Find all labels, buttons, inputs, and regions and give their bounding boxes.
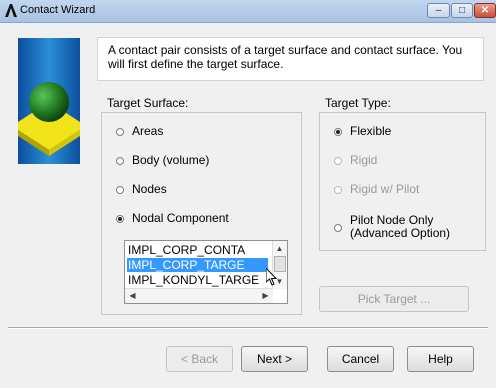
- radio-flexible-indicator[interactable]: [334, 128, 342, 136]
- next-button[interactable]: Next >: [241, 346, 308, 372]
- window-title: Contact Wizard: [20, 4, 96, 16]
- radio-pilot-node-only-label: Pilot Node Only (Advanced Option): [350, 213, 451, 240]
- scroll-left-icon[interactable]: ◀: [126, 289, 139, 302]
- title-bar: Contact Wizard – □ ✕: [0, 0, 496, 23]
- component-listbox[interactable]: IMPL_CORP_CONTA IMPL_CORP_TARGE IMPL_KON…: [124, 240, 288, 304]
- minimize-button[interactable]: –: [427, 3, 450, 18]
- radio-nodes-label: Nodes: [132, 182, 167, 196]
- cancel-button[interactable]: Cancel: [327, 346, 394, 372]
- horizontal-scrollbar[interactable]: ◀ ▶: [125, 288, 273, 303]
- pick-target-button[interactable]: Pick Target ...: [319, 286, 469, 312]
- radio-pilot-node-only-indicator[interactable]: [334, 224, 342, 232]
- back-button[interactable]: < Back: [166, 346, 233, 372]
- list-item-selected[interactable]: IMPL_CORP_TARGE: [127, 258, 268, 272]
- radio-rigid-indicator[interactable]: [334, 157, 342, 165]
- close-button[interactable]: ✕: [474, 3, 496, 18]
- scroll-right-icon[interactable]: ▶: [259, 289, 272, 302]
- list-item[interactable]: IMPL_KONDYL_TARGE: [127, 273, 259, 287]
- radio-body-volume-indicator[interactable]: [116, 157, 124, 165]
- radio-nodes-indicator[interactable]: [116, 186, 124, 194]
- target-surface-label: Target Surface:: [107, 96, 189, 110]
- target-type-label: Target Type:: [325, 96, 391, 110]
- radio-areas-indicator[interactable]: [116, 128, 124, 136]
- radio-flexible-label: Flexible: [350, 124, 392, 138]
- contact-wizard-logo-icon: [18, 38, 80, 164]
- instruction-text: A contact pair consists of a target surf…: [97, 37, 484, 81]
- ansys-logo-icon: [5, 4, 17, 17]
- minimize-icon: –: [435, 5, 442, 16]
- radio-body-volume-label: Body (volume): [132, 153, 210, 167]
- radio-areas-label: Areas: [132, 124, 164, 138]
- maximize-button[interactable]: □: [451, 3, 473, 18]
- close-icon: ✕: [480, 5, 490, 16]
- list-item[interactable]: IMPL_CORP_CONTA: [127, 243, 245, 257]
- mouse-cursor-icon: [266, 268, 278, 286]
- radio-rigid-w-pilot-label: Rigid w/ Pilot: [350, 182, 420, 196]
- maximize-icon: □: [458, 5, 466, 16]
- radio-nodal-component-label: Nodal Component: [132, 211, 229, 225]
- radio-nodal-component-indicator[interactable]: [116, 215, 124, 223]
- radio-rigid-label: Rigid: [350, 153, 378, 167]
- help-button[interactable]: Help: [407, 346, 474, 372]
- scroll-up-icon[interactable]: ▲: [273, 242, 286, 255]
- divider: [8, 327, 488, 329]
- radio-rigid-w-pilot-indicator[interactable]: [334, 186, 342, 194]
